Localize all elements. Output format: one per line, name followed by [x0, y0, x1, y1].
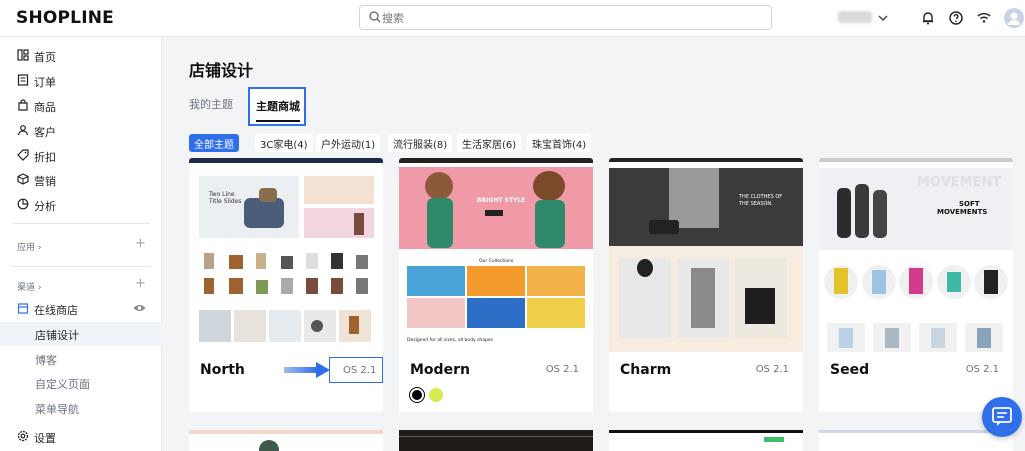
- store-name-blurred[interactable]: [838, 11, 872, 23]
- seed-hero-line2: MOVEMENTS: [937, 208, 987, 216]
- shopline-logo[interactable]: SHOPLINE: [16, 8, 114, 28]
- seed-hero-line1: SOFT: [959, 200, 980, 208]
- eye-icon[interactable]: [133, 303, 146, 313]
- color-swatch-black[interactable]: [410, 388, 424, 402]
- sidebar-item-analytics[interactable]: 分析: [0, 193, 162, 217]
- grid-icon: [17, 49, 29, 61]
- sidebar-item-customers[interactable]: 客户: [0, 119, 162, 143]
- theme-card-seed[interactable]: MOVEMENT SOFT MOVEMENTS Seed OS 2.1: [819, 158, 1013, 412]
- filter-3c-electronics[interactable]: 3C家电(4): [255, 134, 313, 152]
- filter-outdoor-sports[interactable]: 户外运动(1): [316, 134, 381, 152]
- sidebar-subitem-store-design[interactable]: 店铺设计: [0, 322, 162, 346]
- apps-section-title[interactable]: 应用 ›: [17, 240, 41, 253]
- sidebar-subitem-menu-nav[interactable]: 菜单导航: [0, 396, 162, 420]
- wifi-icon[interactable]: [976, 10, 992, 26]
- sidebar-item-settings[interactable]: 设置: [0, 425, 162, 449]
- orders-icon: [17, 74, 29, 86]
- sidebar-item-label: 首页: [34, 51, 56, 64]
- theme-version: OS 2.1: [965, 364, 999, 375]
- bell-icon[interactable]: [920, 10, 936, 26]
- arrow-indicator-icon: [284, 362, 330, 378]
- theme-thumbnail[interactable]: THE CLOTHES OF THE SEASON.: [609, 158, 803, 352]
- version-badge-highlighted: OS 2.1: [329, 357, 383, 383]
- thumb-shape: [259, 440, 279, 451]
- sidebar-item-marketing[interactable]: 营销: [0, 168, 162, 192]
- filter-fashion[interactable]: 流行服装(8): [388, 134, 453, 152]
- sidebar-subitem-blog[interactable]: 博客: [0, 347, 162, 371]
- thumb-strip: [399, 436, 593, 437]
- theme-version: OS 2.1: [755, 364, 789, 375]
- gear-icon: [17, 430, 29, 442]
- theme-name: Charm: [620, 362, 672, 378]
- filter-home-living[interactable]: 生活家居(6): [457, 134, 522, 152]
- theme-thumbnail[interactable]: BRIGHT STYLE Our Collections Designed fo…: [399, 158, 593, 352]
- sidebar-item-label: 商品: [34, 101, 56, 114]
- chat-icon: [992, 407, 1012, 426]
- search-box[interactable]: [359, 5, 772, 30]
- theme-card-modern[interactable]: BRIGHT STYLE Our Collections Designed fo…: [399, 158, 593, 412]
- tag-icon: [17, 149, 29, 161]
- theme-name: Seed: [830, 362, 870, 378]
- sidebar-item-label: 客户: [34, 126, 56, 139]
- theme-card-row2-3[interactable]: [609, 430, 803, 451]
- page-title: 店铺设计: [189, 61, 254, 80]
- charm-hero-line2: THE SEASON.: [738, 201, 773, 207]
- seed-bg-text: MOVEMENT: [917, 175, 1001, 190]
- active-tab-underline: [256, 120, 300, 122]
- bag-icon: [18, 99, 28, 111]
- add-channel-button[interactable]: +: [135, 276, 146, 291]
- sidebar-item-label: 订单: [34, 76, 56, 89]
- add-app-button[interactable]: +: [135, 236, 146, 251]
- sidebar: 首页 订单 商品 客户 折扣 营销 分析 应用 › + 渠道 › + 在线商店 …: [0, 37, 162, 451]
- help-icon[interactable]: [948, 10, 964, 26]
- user-icon: [1008, 12, 1020, 25]
- store-icon: [17, 303, 29, 314]
- sidebar-item-discounts[interactable]: 折扣: [0, 144, 162, 168]
- sidebar-item-orders[interactable]: 订单: [0, 69, 162, 93]
- tab-my-themes[interactable]: 我的主题: [189, 96, 233, 112]
- theme-name: North: [200, 362, 245, 378]
- filter-jewelry[interactable]: 珠宝首饰(4): [527, 134, 592, 152]
- chat-button[interactable]: [982, 397, 1022, 437]
- sidebar-item-label: 折扣: [34, 151, 56, 164]
- modern-collections-text: Our Collections: [479, 258, 514, 264]
- modern-desc-text: Designed for all sizes, all body shapes: [407, 337, 494, 343]
- sidebar-item-online-store[interactable]: 在线商店: [0, 297, 162, 321]
- sidebar-item-label: 营销: [34, 175, 56, 188]
- chart-icon: [17, 198, 29, 210]
- theme-name: Modern: [410, 362, 470, 378]
- chevron-down-icon[interactable]: [875, 10, 891, 26]
- thumb-strip: [609, 430, 803, 433]
- search-input[interactable]: [382, 9, 762, 27]
- sidebar-divider: [12, 266, 150, 267]
- sidebar-divider: [12, 223, 150, 224]
- thumb-shape: [764, 437, 784, 442]
- cube-icon: [17, 173, 29, 185]
- theme-card-charm[interactable]: THE CLOTHES OF THE SEASON. Charm OS 2.1: [609, 158, 803, 412]
- tab-theme-store[interactable]: 主题商城: [248, 87, 306, 126]
- sidebar-item-label: 设置: [34, 432, 56, 445]
- search-icon: [369, 11, 381, 23]
- sidebar-item-label: 分析: [34, 200, 56, 213]
- sidebar-item-home[interactable]: 首页: [0, 44, 162, 68]
- channels-section-title[interactable]: 渠道 ›: [17, 280, 41, 293]
- person-icon: [17, 125, 29, 136]
- theme-card-row2-1[interactable]: [189, 430, 383, 451]
- theme-version: OS 2.1: [545, 364, 579, 375]
- sidebar-item-products[interactable]: 商品: [0, 94, 162, 118]
- filter-all-themes[interactable]: 全部主题: [189, 134, 239, 152]
- thumb-strip: [189, 430, 383, 434]
- modern-hero-text: BRIGHT STYLE: [477, 197, 525, 204]
- theme-thumbnail[interactable]: Two Line Title Slides: [189, 158, 383, 352]
- north-hero-line2: Title Slides: [208, 198, 242, 205]
- charm-hero-line: THE CLOTHES OF: [738, 194, 782, 200]
- sidebar-subitem-custom-pages[interactable]: 自定义页面: [0, 371, 162, 395]
- theme-thumbnail[interactable]: MOVEMENT SOFT MOVEMENTS: [819, 158, 1013, 352]
- avatar[interactable]: [1004, 8, 1024, 28]
- color-swatch-lime[interactable]: [429, 388, 443, 402]
- top-bar: SHOPLINE: [0, 0, 1025, 37]
- theme-card-row2-2[interactable]: [399, 430, 593, 451]
- north-hero-line1: Two Line: [208, 191, 235, 198]
- sidebar-item-label: 在线商店: [34, 304, 78, 317]
